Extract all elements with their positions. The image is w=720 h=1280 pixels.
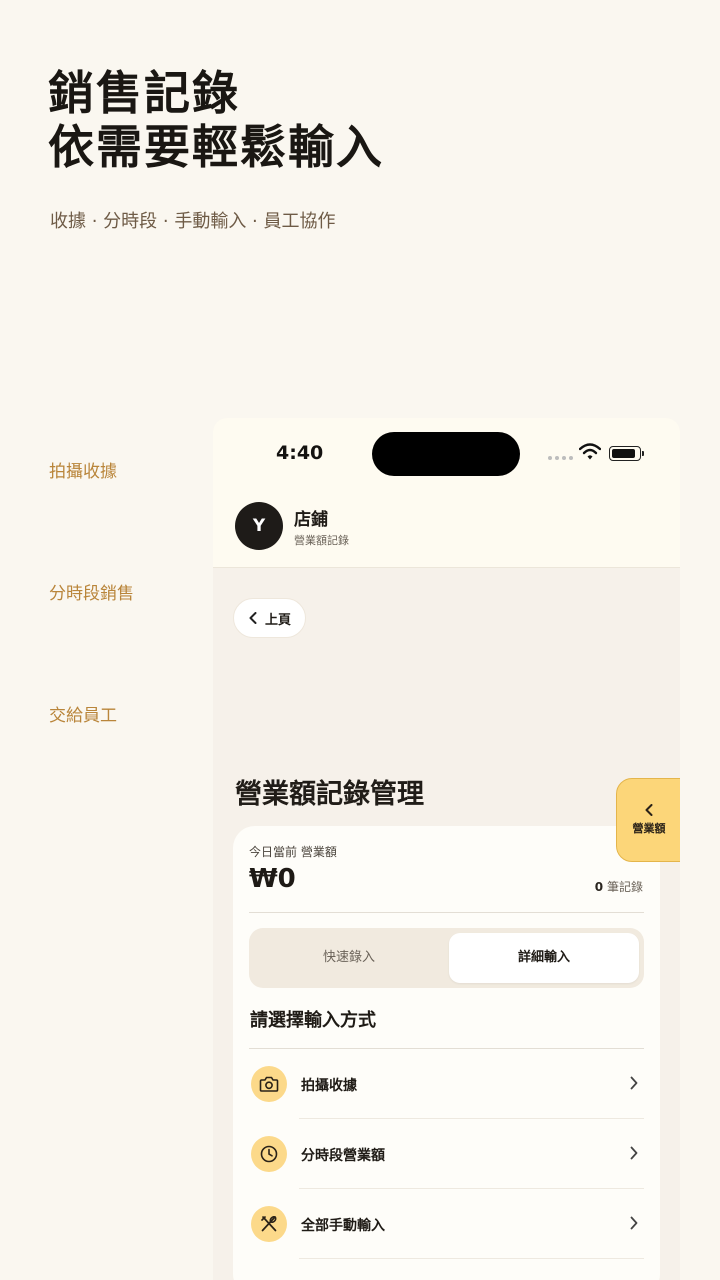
back-button[interactable]: 上頁 [233, 598, 306, 638]
option-label: 分時段營業額 [301, 1148, 385, 1164]
input-mode-tabs: 快速錄入 詳細輸入 [249, 928, 644, 988]
option-timeslot-sales[interactable]: 分時段營業額 [249, 1119, 644, 1189]
battery-icon [609, 446, 644, 461]
feature-label-staff: 交給員工 [49, 706, 117, 726]
today-sales-label: 今日當前 營業額 [249, 845, 337, 859]
tab-detailed-entry[interactable]: 詳細輸入 [449, 933, 639, 983]
sales-card: 今日當前 營業額 ₩0 0 筆記錄 快速錄入 詳細輸入 請選擇輸入方式 拍攝收據 [233, 826, 660, 1280]
feature-label-receipt: 拍攝收據 [49, 462, 117, 482]
chevron-right-icon [630, 1146, 638, 1160]
store-subtitle: 營業額記錄 [294, 534, 349, 547]
divider [299, 1258, 644, 1259]
option-photo-receipt[interactable]: 拍攝收據 [249, 1049, 644, 1119]
avatar[interactable]: Y [235, 502, 283, 550]
store-name: 店鋪 [294, 510, 328, 530]
chevron-right-icon [630, 1216, 638, 1230]
option-manual-entry[interactable]: 全部手動輸入 [249, 1189, 644, 1259]
phone-header: 4:40 Y 店鋪 營業額記錄 [213, 418, 680, 568]
record-count-unit: 筆記錄 [606, 880, 643, 894]
camera-icon [251, 1066, 287, 1102]
status-time: 4:40 [276, 442, 324, 464]
hero-title: 銷售記錄 依需要輕鬆輸入 [48, 66, 384, 174]
sales-drawer-button[interactable]: 營業額 [616, 778, 680, 862]
section-title: 請選擇輸入方式 [250, 1010, 376, 1031]
utensils-icon [251, 1206, 287, 1242]
record-count-value: 0 [594, 880, 604, 894]
sales-drawer-label: 營業額 [632, 822, 666, 835]
back-label: 上頁 [265, 612, 292, 628]
tab-quick-entry[interactable]: 快速錄入 [254, 933, 444, 983]
page-title: 營業額記錄管理 [235, 779, 424, 810]
option-label: 全部手動輸入 [301, 1218, 385, 1234]
chevron-left-icon [249, 612, 257, 624]
option-label: 拍攝收據 [301, 1078, 357, 1094]
chevron-left-icon [645, 804, 653, 816]
feature-label-timeslot: 分時段銷售 [49, 584, 134, 604]
record-count: 0 筆記錄 [595, 878, 643, 895]
hero-title-line2: 依需要輕鬆輸入 [48, 120, 384, 174]
phone-mockup: 4:40 Y 店鋪 營業額記錄 上頁 營業額記錄管理 今日當前 營業額 ₩0 0… [213, 418, 680, 1280]
hero-title-line1: 銷售記錄 [48, 66, 240, 120]
divider [249, 912, 644, 913]
signal-icon [548, 456, 573, 460]
chevron-right-icon [630, 1076, 638, 1090]
hero-subtitle: 收據 · 分時段 · 手動輸入 · 員工協作 [50, 211, 336, 232]
wifi-icon [579, 443, 601, 460]
today-sales-amount: ₩0 [249, 864, 296, 894]
clock-icon [251, 1136, 287, 1172]
dynamic-island [372, 432, 520, 476]
